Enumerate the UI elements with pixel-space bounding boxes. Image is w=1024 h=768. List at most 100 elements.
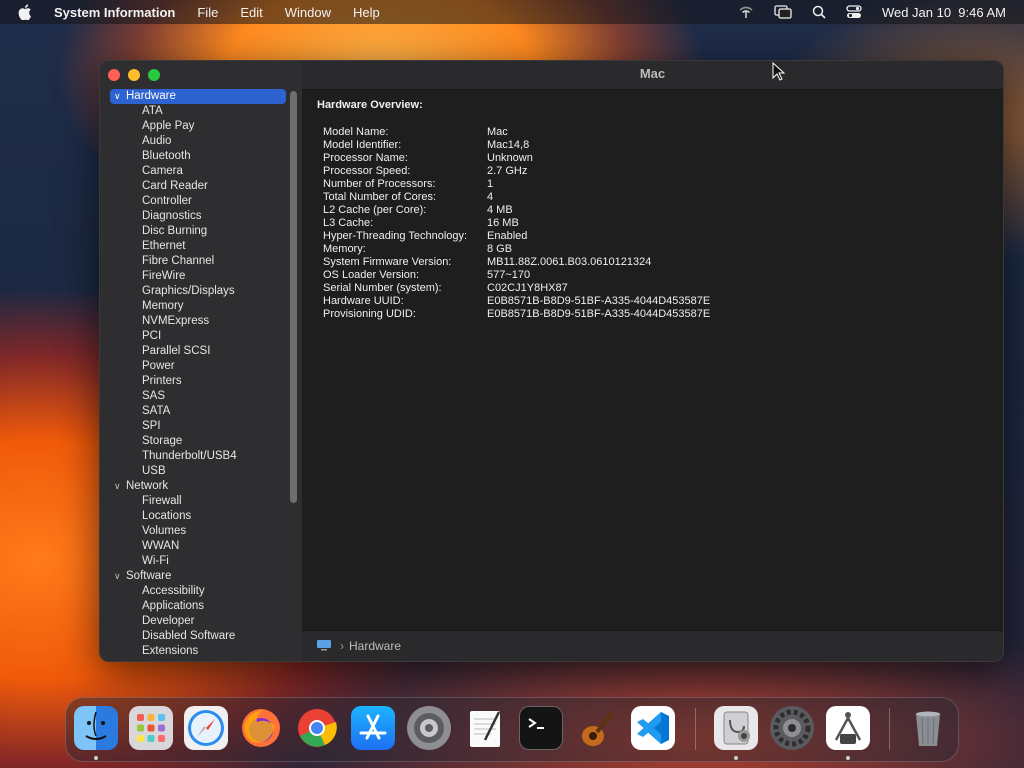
sidebar-item-ata[interactable]: ATA xyxy=(110,104,286,119)
sidebar-item-apple-pay[interactable]: Apple Pay xyxy=(110,119,286,134)
apple-menu-icon[interactable] xyxy=(18,0,34,24)
sidebar-item-accessibility[interactable]: Accessibility xyxy=(110,584,286,599)
sidebar-item-memory[interactable]: Memory xyxy=(110,299,286,314)
sidebar-item-graphics-displays[interactable]: Graphics/Displays xyxy=(110,284,286,299)
spec-list: Model Name: Mac Model Identifier: Mac14,8 Pr… xyxy=(323,126,710,321)
app-store-icon[interactable] xyxy=(351,706,395,750)
spec-value: 1 xyxy=(487,178,494,190)
app-name-menu[interactable]: System Information xyxy=(54,5,175,20)
detail-pane: Hardware Overview: Model Name: Mac Model I… xyxy=(302,90,1003,631)
sidebar-item-firewire[interactable]: FireWire xyxy=(110,269,286,284)
textedit-icon[interactable] xyxy=(463,706,507,750)
sidebar-item-diagnostics[interactable]: Diagnostics xyxy=(110,209,286,224)
sidebar-item-ethernet[interactable]: Ethernet xyxy=(110,239,286,254)
sidebar-group-label: Hardware xyxy=(126,90,176,102)
spec-value: 2.7 GHz xyxy=(487,165,528,177)
minimize-button[interactable] xyxy=(128,69,140,81)
vscode-icon[interactable] xyxy=(631,706,675,750)
trash-icon[interactable] xyxy=(906,706,950,750)
help-menu[interactable]: Help xyxy=(353,5,380,20)
chevron-down-icon[interactable]: ∨ xyxy=(114,89,121,104)
menu-clock[interactable]: Wed Jan 10 9:46 AM xyxy=(882,5,1006,20)
spec-label: Hardware UUID: xyxy=(323,295,404,307)
garageband-icon[interactable] xyxy=(575,706,619,750)
system-preferences-icon[interactable] xyxy=(770,706,814,750)
sidebar-item-locations[interactable]: Locations xyxy=(110,509,286,524)
spec-row: Processor Name: Unknown xyxy=(323,152,710,165)
sidebar-item-wwan[interactable]: WWAN xyxy=(110,539,286,554)
spec-label: Model Name: xyxy=(323,126,389,138)
launchpad-icon[interactable] xyxy=(129,706,173,750)
sidebar-tree: ∨ Hardware ATA Apple Pay Audio Bluetooth Camer… xyxy=(110,89,286,659)
spec-label: Provisioning UDID: xyxy=(323,308,416,320)
firefox-icon[interactable] xyxy=(239,706,283,750)
finder-icon[interactable] xyxy=(74,706,118,750)
menu-bar: System Information File Edit Window Help… xyxy=(0,0,1024,24)
sidebar-item-printers[interactable]: Printers xyxy=(110,374,286,389)
sidebar-group-software[interactable]: ∨ Software xyxy=(110,569,286,584)
spec-row: Number of Processors: 1 xyxy=(323,178,710,191)
chrome-icon[interactable] xyxy=(295,706,339,750)
sidebar-item-audio[interactable]: Audio xyxy=(110,134,286,149)
spec-row: L3 Cache: 16 MB xyxy=(323,217,710,230)
edit-menu[interactable]: Edit xyxy=(240,5,262,20)
sidebar-item-bluetooth[interactable]: Bluetooth xyxy=(110,149,286,164)
wifi-icon[interactable] xyxy=(738,5,754,19)
spec-value: Enabled xyxy=(487,230,528,242)
sidebar-item-sata[interactable]: SATA xyxy=(110,404,286,419)
spec-value: Mac14,8 xyxy=(487,139,530,151)
control-center-icon[interactable] xyxy=(846,5,862,19)
path-bar: › Hardware xyxy=(302,630,1003,661)
close-button[interactable] xyxy=(108,69,120,81)
sidebar-item-camera[interactable]: Camera xyxy=(110,164,286,179)
sidebar-scrollbar[interactable] xyxy=(290,91,297,503)
sidebar-item-extensions[interactable]: Extensions xyxy=(110,644,286,659)
sidebar-group-label: Software xyxy=(126,570,172,582)
sidebar-item-thunderbolt-usb4[interactable]: Thunderbolt/USB4 xyxy=(110,449,286,464)
system-settings-icon[interactable] xyxy=(407,706,451,750)
zoom-button[interactable] xyxy=(148,69,160,81)
sidebar-item-fibre-channel[interactable]: Fibre Channel xyxy=(110,254,286,269)
sidebar-group-hardware[interactable]: ∨ Hardware xyxy=(110,89,286,104)
sidebar-item-nvmexpress[interactable]: NVMExpress xyxy=(110,314,286,329)
sidebar-item-disc-burning[interactable]: Disc Burning xyxy=(110,224,286,239)
chevron-down-icon[interactable]: ∨ xyxy=(114,479,121,494)
sidebar-group-network[interactable]: ∨ Network xyxy=(110,479,286,494)
sidebar-item-power[interactable]: Power xyxy=(110,359,286,374)
sidebar-item-storage[interactable]: Storage xyxy=(110,434,286,449)
sidebar-item-usb[interactable]: USB xyxy=(110,464,286,479)
spec-label: L2 Cache (per Core): xyxy=(323,204,427,216)
spec-label: Processor Name: xyxy=(323,152,408,164)
sidebar-item-pci[interactable]: PCI xyxy=(110,329,286,344)
sidebar-item-applications[interactable]: Applications xyxy=(110,599,286,614)
spec-value: MB11.88Z.0061.B03.0610121324 xyxy=(487,256,652,268)
spec-row: System Firmware Version: MB11.88Z.0061.B0… xyxy=(323,256,710,269)
path-item-hardware[interactable]: Hardware xyxy=(349,639,401,653)
spec-value: Mac xyxy=(487,126,508,138)
sidebar-item-firewall[interactable]: Firewall xyxy=(110,494,286,509)
sidebar-item-parallel-scsi[interactable]: Parallel SCSI xyxy=(110,344,286,359)
window-menu[interactable]: Window xyxy=(285,5,331,20)
directory-utility-icon[interactable] xyxy=(826,706,870,750)
spec-row: OS Loader Version: 577~170 xyxy=(323,269,710,282)
sidebar-item-wi-fi[interactable]: Wi-Fi xyxy=(110,554,286,569)
spec-value: Unknown xyxy=(487,152,533,164)
file-menu[interactable]: File xyxy=(197,5,218,20)
safari-icon[interactable] xyxy=(184,706,228,750)
system-information-icon[interactable] xyxy=(714,706,758,750)
sidebar-item-disabled-software[interactable]: Disabled Software xyxy=(110,629,286,644)
spec-value: 16 MB xyxy=(487,217,519,229)
terminal-icon[interactable] xyxy=(519,706,563,750)
spec-label: Total Number of Cores: xyxy=(323,191,437,203)
sidebar-item-developer[interactable]: Developer xyxy=(110,614,286,629)
sidebar-item-controller[interactable]: Controller xyxy=(110,194,286,209)
spec-row: Serial Number (system): C02CJ1Y8HX87 xyxy=(323,282,710,295)
sidebar-item-spi[interactable]: SPI xyxy=(110,419,286,434)
screen-mirroring-icon[interactable] xyxy=(774,5,792,19)
sidebar-item-card-reader[interactable]: Card Reader xyxy=(110,179,286,194)
spotlight-icon[interactable] xyxy=(812,5,826,19)
spec-value: E0B8571B-B8D9-51BF-A335-4044D453587E xyxy=(487,295,711,307)
sidebar-item-sas[interactable]: SAS xyxy=(110,389,286,404)
chevron-down-icon[interactable]: ∨ xyxy=(114,569,121,584)
sidebar-item-volumes[interactable]: Volumes xyxy=(110,524,286,539)
